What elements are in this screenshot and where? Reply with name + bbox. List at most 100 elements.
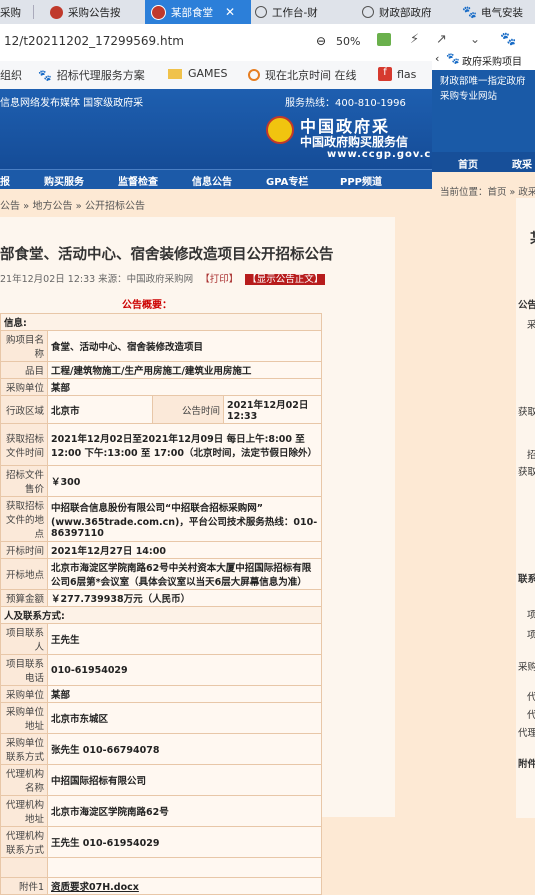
window-tab[interactable]: ‹ 🐾 政府采购项目 — [432, 48, 535, 71]
zoom-icon[interactable]: ⊖ — [316, 34, 326, 48]
table-row: 采购单位 某部 — [0, 378, 322, 396]
summary-label: 公告概要： — [122, 300, 172, 311]
tab-active[interactable]: 某部食堂 ✕ — [145, 0, 251, 24]
tab-label: 电气安装 — [480, 6, 523, 19]
section-header: 信息: — [0, 313, 322, 331]
globe-icon — [255, 6, 267, 18]
table-row: 开标时间 2021年12月27日 14:00 — [0, 541, 322, 559]
nav-item[interactable]: PPP频道 — [340, 173, 382, 188]
bookmark-item[interactable]: 组织 — [0, 67, 22, 83]
tab-separator — [33, 5, 34, 19]
nav-item[interactable]: 报 — [0, 173, 10, 188]
national-emblem-icon — [266, 116, 294, 144]
right-nav: 首页 政采 — [432, 152, 535, 172]
table-row: 人及联系方式: — [0, 606, 322, 624]
site-description: 财政部唯一指定政府采购专业网站 — [440, 76, 526, 102]
attachment-link[interactable]: 资质要求07H.docx — [47, 877, 322, 895]
field-label: 代理机构地址 — [0, 795, 48, 827]
empty-cell — [47, 857, 322, 878]
url-field[interactable]: 12/t20211202_17299569.htm — [4, 34, 184, 48]
field-label: 联系 — [518, 574, 535, 585]
field-label: 代 — [527, 710, 535, 721]
clock-icon — [248, 69, 260, 81]
field-label: 开标时间 — [0, 541, 48, 559]
zoom-level[interactable]: 50% — [336, 35, 360, 48]
field-label: 获取 — [518, 467, 535, 478]
flash-icon: f — [378, 67, 392, 81]
table-row — [0, 857, 322, 878]
field-value: 2021年12月02日 12:33 — [223, 395, 322, 424]
tab[interactable]: 采购 — [0, 0, 28, 24]
share-icon[interactable]: ↗ — [436, 32, 447, 47]
bookmark-item[interactable]: 现在北京时间 在线 — [248, 67, 357, 83]
publish-info: 21年12月02日 12:33 来源：中国政府采购网 — [0, 274, 194, 285]
hotline: 服务热线：400-810-1996 — [285, 98, 406, 109]
section-header: 人及联系方式: — [0, 606, 322, 624]
field-value: 王先生 — [47, 623, 322, 655]
field-value: 北京市海淀区学院南路62号中关村资本大厦中招国际招标有限公司6层第*会议室（具体… — [47, 558, 322, 590]
site-header: 信息网络发布媒体 国家级政府采 服务热线：400-810-1996 中国政府采 … — [0, 89, 432, 169]
field-value: ￥300 — [47, 465, 322, 497]
field-label: 采购 — [518, 662, 535, 673]
nav-item[interactable]: 购买服务 — [44, 173, 84, 188]
field-label: 获取招标文件时间 — [0, 423, 48, 466]
show-text-button[interactable]: 【显示公告正文】 — [245, 274, 326, 285]
field-value: 2021年12月27日 14:00 — [47, 541, 322, 559]
tab[interactable]: 工作台-财 — [255, 0, 345, 24]
field-label: 开标地点 — [0, 558, 48, 590]
field-label: 采购单位联系方式 — [0, 733, 48, 765]
article-title: 部食堂、活动中心、宿舍装修改造项目公开招标公告 — [0, 247, 334, 263]
lightning-icon[interactable]: ⚡ — [410, 32, 419, 47]
tab-label: 政府采购项目 — [462, 57, 522, 68]
breadcrumb[interactable]: 当前位置：首页 » 政采 — [440, 184, 535, 198]
nav-item[interactable]: GPA专栏 — [266, 173, 308, 188]
table-row: 招标文件售价 ￥300 — [0, 465, 322, 497]
print-link[interactable]: 【打印】 — [200, 274, 238, 285]
second-window: ‹ 🐾 政府采购项目 财政部唯一指定政府采购专业网站 首页 政采 当前位置：首页… — [432, 48, 535, 818]
field-value: 某部 — [47, 685, 322, 703]
reader-icon[interactable] — [377, 33, 391, 46]
close-icon[interactable]: ✕ — [225, 5, 235, 19]
tab[interactable]: 财政部政府 — [362, 0, 454, 24]
field-value: 某部 — [47, 378, 322, 396]
bookmark-item[interactable]: f flas — [378, 67, 416, 81]
nav-item[interactable]: 监督检查 — [118, 173, 158, 188]
field-label: 代理机构联系方式 — [0, 826, 48, 858]
bookmark-label: GAMES — [188, 67, 228, 80]
nav-item[interactable]: 首页 — [458, 156, 478, 171]
bookmark-item[interactable]: GAMES — [168, 67, 227, 80]
field-label: 公告 — [518, 300, 535, 311]
paw-icon: 🐾 — [462, 5, 477, 19]
tab[interactable]: 🐾 电气安装 — [462, 0, 535, 24]
site-favicon-icon — [151, 4, 166, 20]
table-row: 项目联系人 王先生 — [0, 623, 322, 655]
nav-item[interactable]: 政采 — [512, 156, 532, 171]
field-value: 北京市 — [47, 395, 153, 424]
chevron-left-icon[interactable]: ‹ — [435, 52, 439, 65]
table-row: 附件1 资质要求07H.docx — [0, 877, 322, 895]
logo-subtitle: 中国政府购买服务信 — [300, 135, 409, 149]
field-label: 行政区域 — [0, 395, 48, 424]
site-nav: 报 购买服务 监督检查 信息公告 GPA专栏 PPP频道 — [0, 169, 432, 189]
tab-label: 采购 — [0, 6, 21, 19]
article-title: 某 — [530, 228, 535, 248]
table-row: 代理机构地址 北京市海淀区学院南路62号 — [0, 795, 322, 827]
paw-icon[interactable]: 🐾 — [500, 32, 516, 47]
field-value: 王先生 010-61954029 — [47, 826, 322, 858]
nav-item[interactable]: 信息公告 — [192, 173, 232, 188]
tab[interactable]: 采购公告按 — [50, 0, 142, 24]
field-label: 项 — [527, 610, 535, 621]
bookmark-label: 组织 — [0, 69, 22, 82]
table-row: 代理机构名称 中招国际招标有限公司 — [0, 764, 322, 796]
bookmark-item[interactable]: 🐾 招标代理服务方案 — [38, 67, 145, 83]
dropdown-icon[interactable]: ⌄ — [470, 32, 480, 46]
table-row: 项目联系电话 010-61954029 — [0, 654, 322, 686]
field-label: 采 — [527, 320, 535, 331]
right-header: 财政部唯一指定政府采购专业网站 — [432, 70, 535, 152]
breadcrumb[interactable]: 公告 » 地方公告 » 公开招标公告 — [0, 197, 145, 212]
field-value: 张先生 010-66794078 — [47, 733, 322, 765]
empty-cell — [0, 857, 48, 878]
table-row: 采购单位联系方式 张先生 010-66794078 — [0, 733, 322, 765]
field-value: 工程/建筑物施工/生产用房施工/建筑业用房施工 — [47, 361, 322, 379]
table-row: 采购单位地址 北京市东城区 — [0, 702, 322, 734]
